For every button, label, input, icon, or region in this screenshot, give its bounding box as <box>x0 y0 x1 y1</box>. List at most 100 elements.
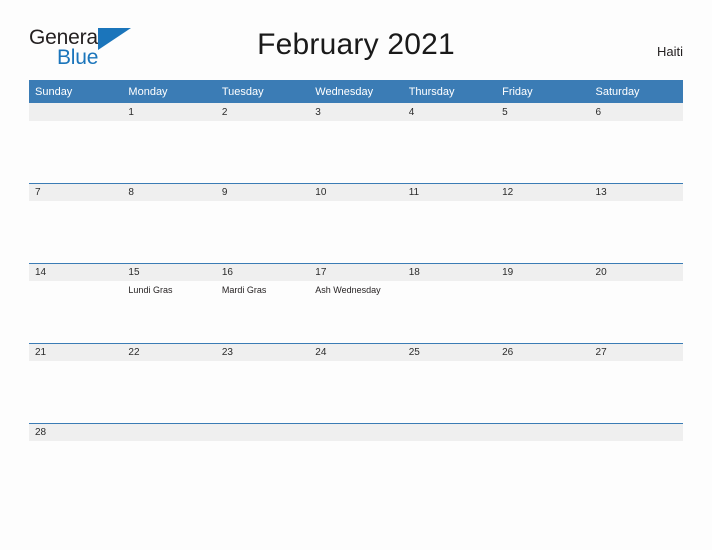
day-event <box>122 441 215 445</box>
calendar-day-cell[interactable]: 5 <box>496 103 590 183</box>
calendar-day-cell[interactable]: 20 <box>589 263 683 343</box>
calendar-day-cell[interactable]: 12 <box>496 183 590 263</box>
day-event <box>403 281 496 285</box>
day-event <box>590 361 683 365</box>
calendar-day-cell[interactable]: 19 <box>496 263 590 343</box>
calendar-day-cell[interactable]: 10 <box>309 183 403 263</box>
day-number: 11 <box>402 183 497 201</box>
day-event <box>590 121 683 125</box>
day-number <box>309 423 403 441</box>
day-number: 4 <box>402 103 497 121</box>
day-number: 18 <box>402 263 497 281</box>
calendar-day-cell[interactable] <box>402 423 497 445</box>
day-number <box>496 423 590 441</box>
day-event <box>29 281 122 285</box>
day-event <box>29 361 122 365</box>
day-number: 9 <box>215 183 310 201</box>
calendar-day-cell[interactable]: 1 <box>122 103 216 183</box>
day-number: 28 <box>29 423 123 441</box>
day-number: 7 <box>29 183 123 201</box>
calendar-day-cell[interactable]: 8 <box>122 183 216 263</box>
day-number <box>589 423 683 441</box>
calendar-day-cell[interactable]: 17 Ash Wednesday <box>309 263 403 343</box>
calendar-day-cell[interactable]: 26 <box>496 343 590 423</box>
calendar-day-cell[interactable]: 7 <box>29 183 123 263</box>
calendar-day-cell[interactable]: 9 <box>215 183 310 263</box>
calendar-day-cell[interactable]: 15 Lundi Gras <box>122 263 216 343</box>
page-header: General Blue February 2021 Haiti <box>0 0 712 68</box>
day-number: 23 <box>215 343 310 361</box>
weekday-header-monday: Monday <box>122 80 216 103</box>
day-event <box>216 441 309 445</box>
weekday-header-friday: Friday <box>496 80 590 103</box>
day-event <box>403 121 496 125</box>
calendar-day-cell[interactable] <box>122 423 216 445</box>
day-event <box>309 201 402 205</box>
country-label: Haiti <box>656 44 683 59</box>
calendar-day-cell[interactable]: 27 <box>589 343 683 423</box>
calendar-body: 1 2 3 4 5 6 7 8 9 10 11 12 13 14 15 Lundi… <box>29 103 683 445</box>
day-event <box>590 281 683 285</box>
calendar-day-cell[interactable]: 13 <box>589 183 683 263</box>
weekday-header-sunday: Sunday <box>29 80 123 103</box>
calendar-week-row: 21 22 23 24 25 26 27 <box>29 343 683 423</box>
calendar-week-row: 14 15 Lundi Gras 16 Mardi Gras 17 Ash Wedne… <box>29 263 683 343</box>
day-number: 14 <box>29 263 123 281</box>
day-number: 3 <box>309 103 403 121</box>
day-number <box>29 103 123 121</box>
calendar-day-cell[interactable]: 21 <box>29 343 123 423</box>
day-event: Ash Wednesday <box>315 285 381 295</box>
calendar-day-cell[interactable]: 11 <box>402 183 497 263</box>
calendar-day-cell[interactable]: 2 <box>215 103 310 183</box>
day-number: 16 <box>215 263 310 281</box>
calendar-day-cell[interactable]: 24 <box>309 343 403 423</box>
day-event <box>216 121 309 125</box>
calendar-week-row: 7 8 9 10 11 12 13 <box>29 183 683 263</box>
calendar-page: General Blue February 2021 Haiti Sunday … <box>0 0 712 550</box>
day-event <box>496 201 589 205</box>
day-event <box>309 121 402 125</box>
day-event <box>29 201 122 205</box>
calendar-day-cell[interactable]: 14 <box>29 263 123 343</box>
calendar-table: Sunday Monday Tuesday Wednesday Thursday… <box>29 80 683 445</box>
calendar-day-cell[interactable]: 6 <box>589 103 683 183</box>
day-event <box>496 361 589 365</box>
calendar-day-cell[interactable]: 28 <box>29 423 123 445</box>
day-number <box>215 423 310 441</box>
day-number: 10 <box>309 183 403 201</box>
calendar-day-cell[interactable] <box>496 423 590 445</box>
calendar-day-cell[interactable]: 16 Mardi Gras <box>215 263 310 343</box>
weekday-header-tuesday: Tuesday <box>215 80 310 103</box>
calendar-day-cell[interactable]: 4 <box>402 103 497 183</box>
day-event <box>496 441 589 445</box>
day-number: 27 <box>589 343 683 361</box>
day-event <box>403 361 496 365</box>
day-number: 2 <box>215 103 310 121</box>
day-number: 21 <box>29 343 123 361</box>
day-event <box>29 441 122 445</box>
calendar-day-cell[interactable] <box>309 423 403 445</box>
calendar-day-cell[interactable]: 18 <box>402 263 497 343</box>
day-number: 1 <box>122 103 216 121</box>
day-number: 15 <box>122 263 216 281</box>
calendar-day-cell[interactable]: 25 <box>402 343 497 423</box>
day-event <box>590 441 683 445</box>
calendar-day-cell[interactable]: 23 <box>215 343 310 423</box>
calendar-day-cell[interactable] <box>215 423 310 445</box>
page-title: February 2021 <box>257 28 455 61</box>
day-number <box>122 423 216 441</box>
calendar-day-cell[interactable]: 22 <box>122 343 216 423</box>
day-number: 26 <box>496 343 590 361</box>
day-event <box>122 361 215 365</box>
day-event <box>496 121 589 125</box>
calendar-day-cell[interactable] <box>29 103 123 183</box>
day-number: 22 <box>122 343 216 361</box>
calendar-day-cell[interactable] <box>589 423 683 445</box>
calendar-week-row: 1 2 3 4 5 6 <box>29 103 683 183</box>
day-number: 17 <box>309 263 403 281</box>
day-event <box>403 201 496 205</box>
day-number: 24 <box>309 343 403 361</box>
day-number: 5 <box>496 103 590 121</box>
calendar-day-cell[interactable]: 3 <box>309 103 403 183</box>
day-number: 20 <box>589 263 683 281</box>
